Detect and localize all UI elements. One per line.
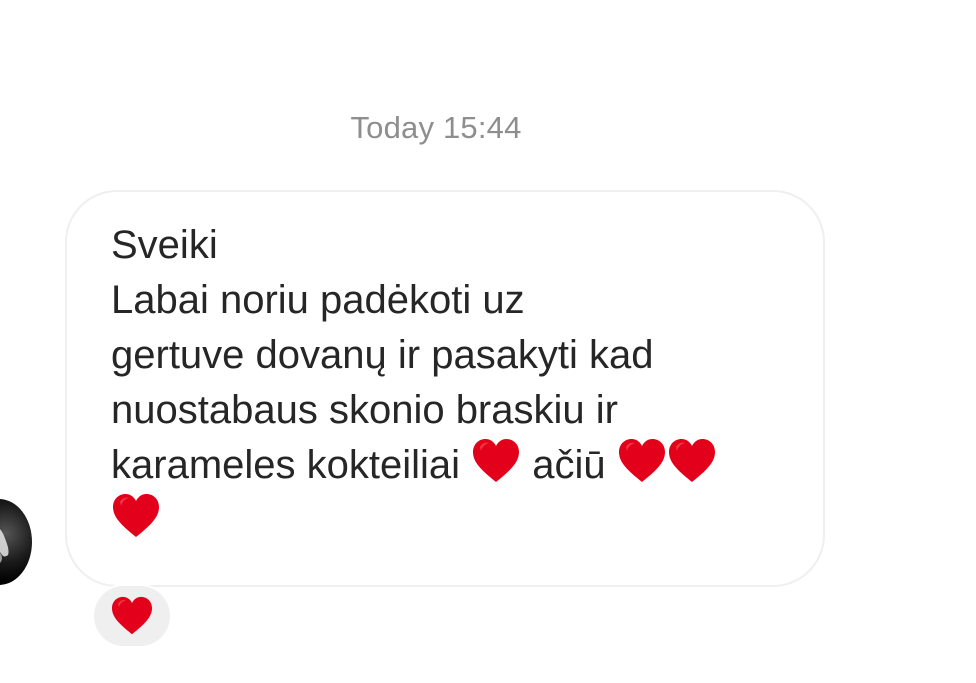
message-line: Labai noriu padėkoti uz [111,278,525,322]
message-timestamp: Today 15:44 [350,110,522,145]
message-line: Sveiki [111,223,218,267]
message-text: ačiū [532,443,606,487]
avatar-highlight [0,526,11,558]
message-line-emoji [111,493,793,548]
red-heart-icon [471,438,521,484]
heart-reaction-badge[interactable] [92,584,172,648]
sender-avatar[interactable] [0,499,32,585]
message-text: karameles kokteiliai [111,443,461,487]
red-heart-icon [110,596,154,636]
red-heart-icon [617,438,667,484]
red-heart-icon [667,438,717,484]
red-heart-icon [111,493,161,539]
message-line: nuostabaus skonio braskiu ir [111,388,618,432]
message-bubble[interactable]: Sveiki Labai noriu padėkoti uz gertuve d… [65,190,825,587]
message-line: gertuve dovanų ir pasakyti kad [111,333,654,377]
message-line-with-emoji: karameles kokteiliai ačiū [111,438,793,493]
